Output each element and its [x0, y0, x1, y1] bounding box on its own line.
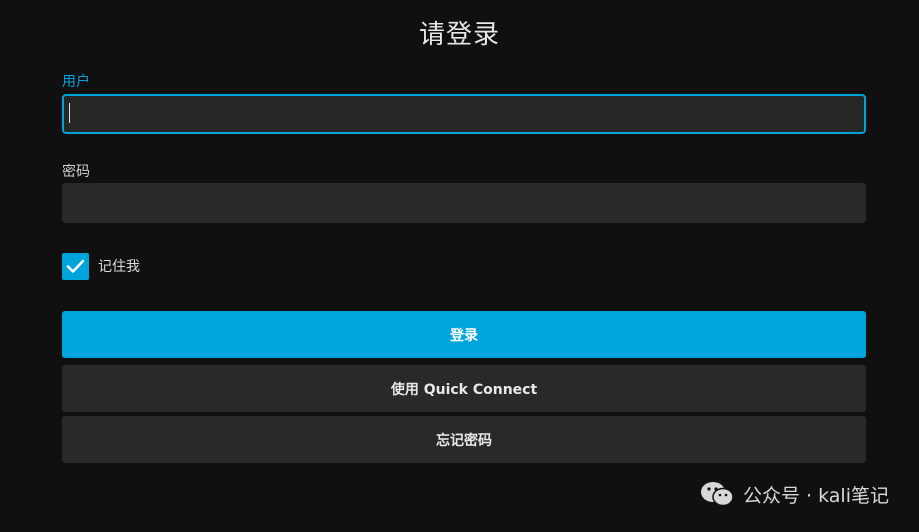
username-input[interactable] [62, 94, 866, 134]
login-button[interactable]: 登录 [62, 311, 866, 358]
forgot-password-button[interactable]: 忘记密码 [62, 416, 866, 463]
password-label: 密码 [62, 164, 90, 180]
password-input[interactable] [62, 183, 866, 223]
text-caret [69, 103, 70, 123]
wechat-icon [701, 482, 734, 507]
remember-me-checkbox[interactable] [62, 252, 89, 280]
remember-me-row[interactable]: 记住我 [62, 252, 140, 280]
page-title: 请登录 [418, 20, 500, 50]
remember-me-label: 记住我 [98, 259, 140, 275]
watermark-text: 公众号 · kali笔记 [743, 484, 889, 507]
quick-connect-button[interactable]: 使用 Quick Connect [62, 365, 866, 412]
username-label: 用户 [62, 74, 90, 90]
watermark: 公众号 · kali笔记 [699, 480, 889, 508]
checkmark-icon [66, 259, 85, 273]
